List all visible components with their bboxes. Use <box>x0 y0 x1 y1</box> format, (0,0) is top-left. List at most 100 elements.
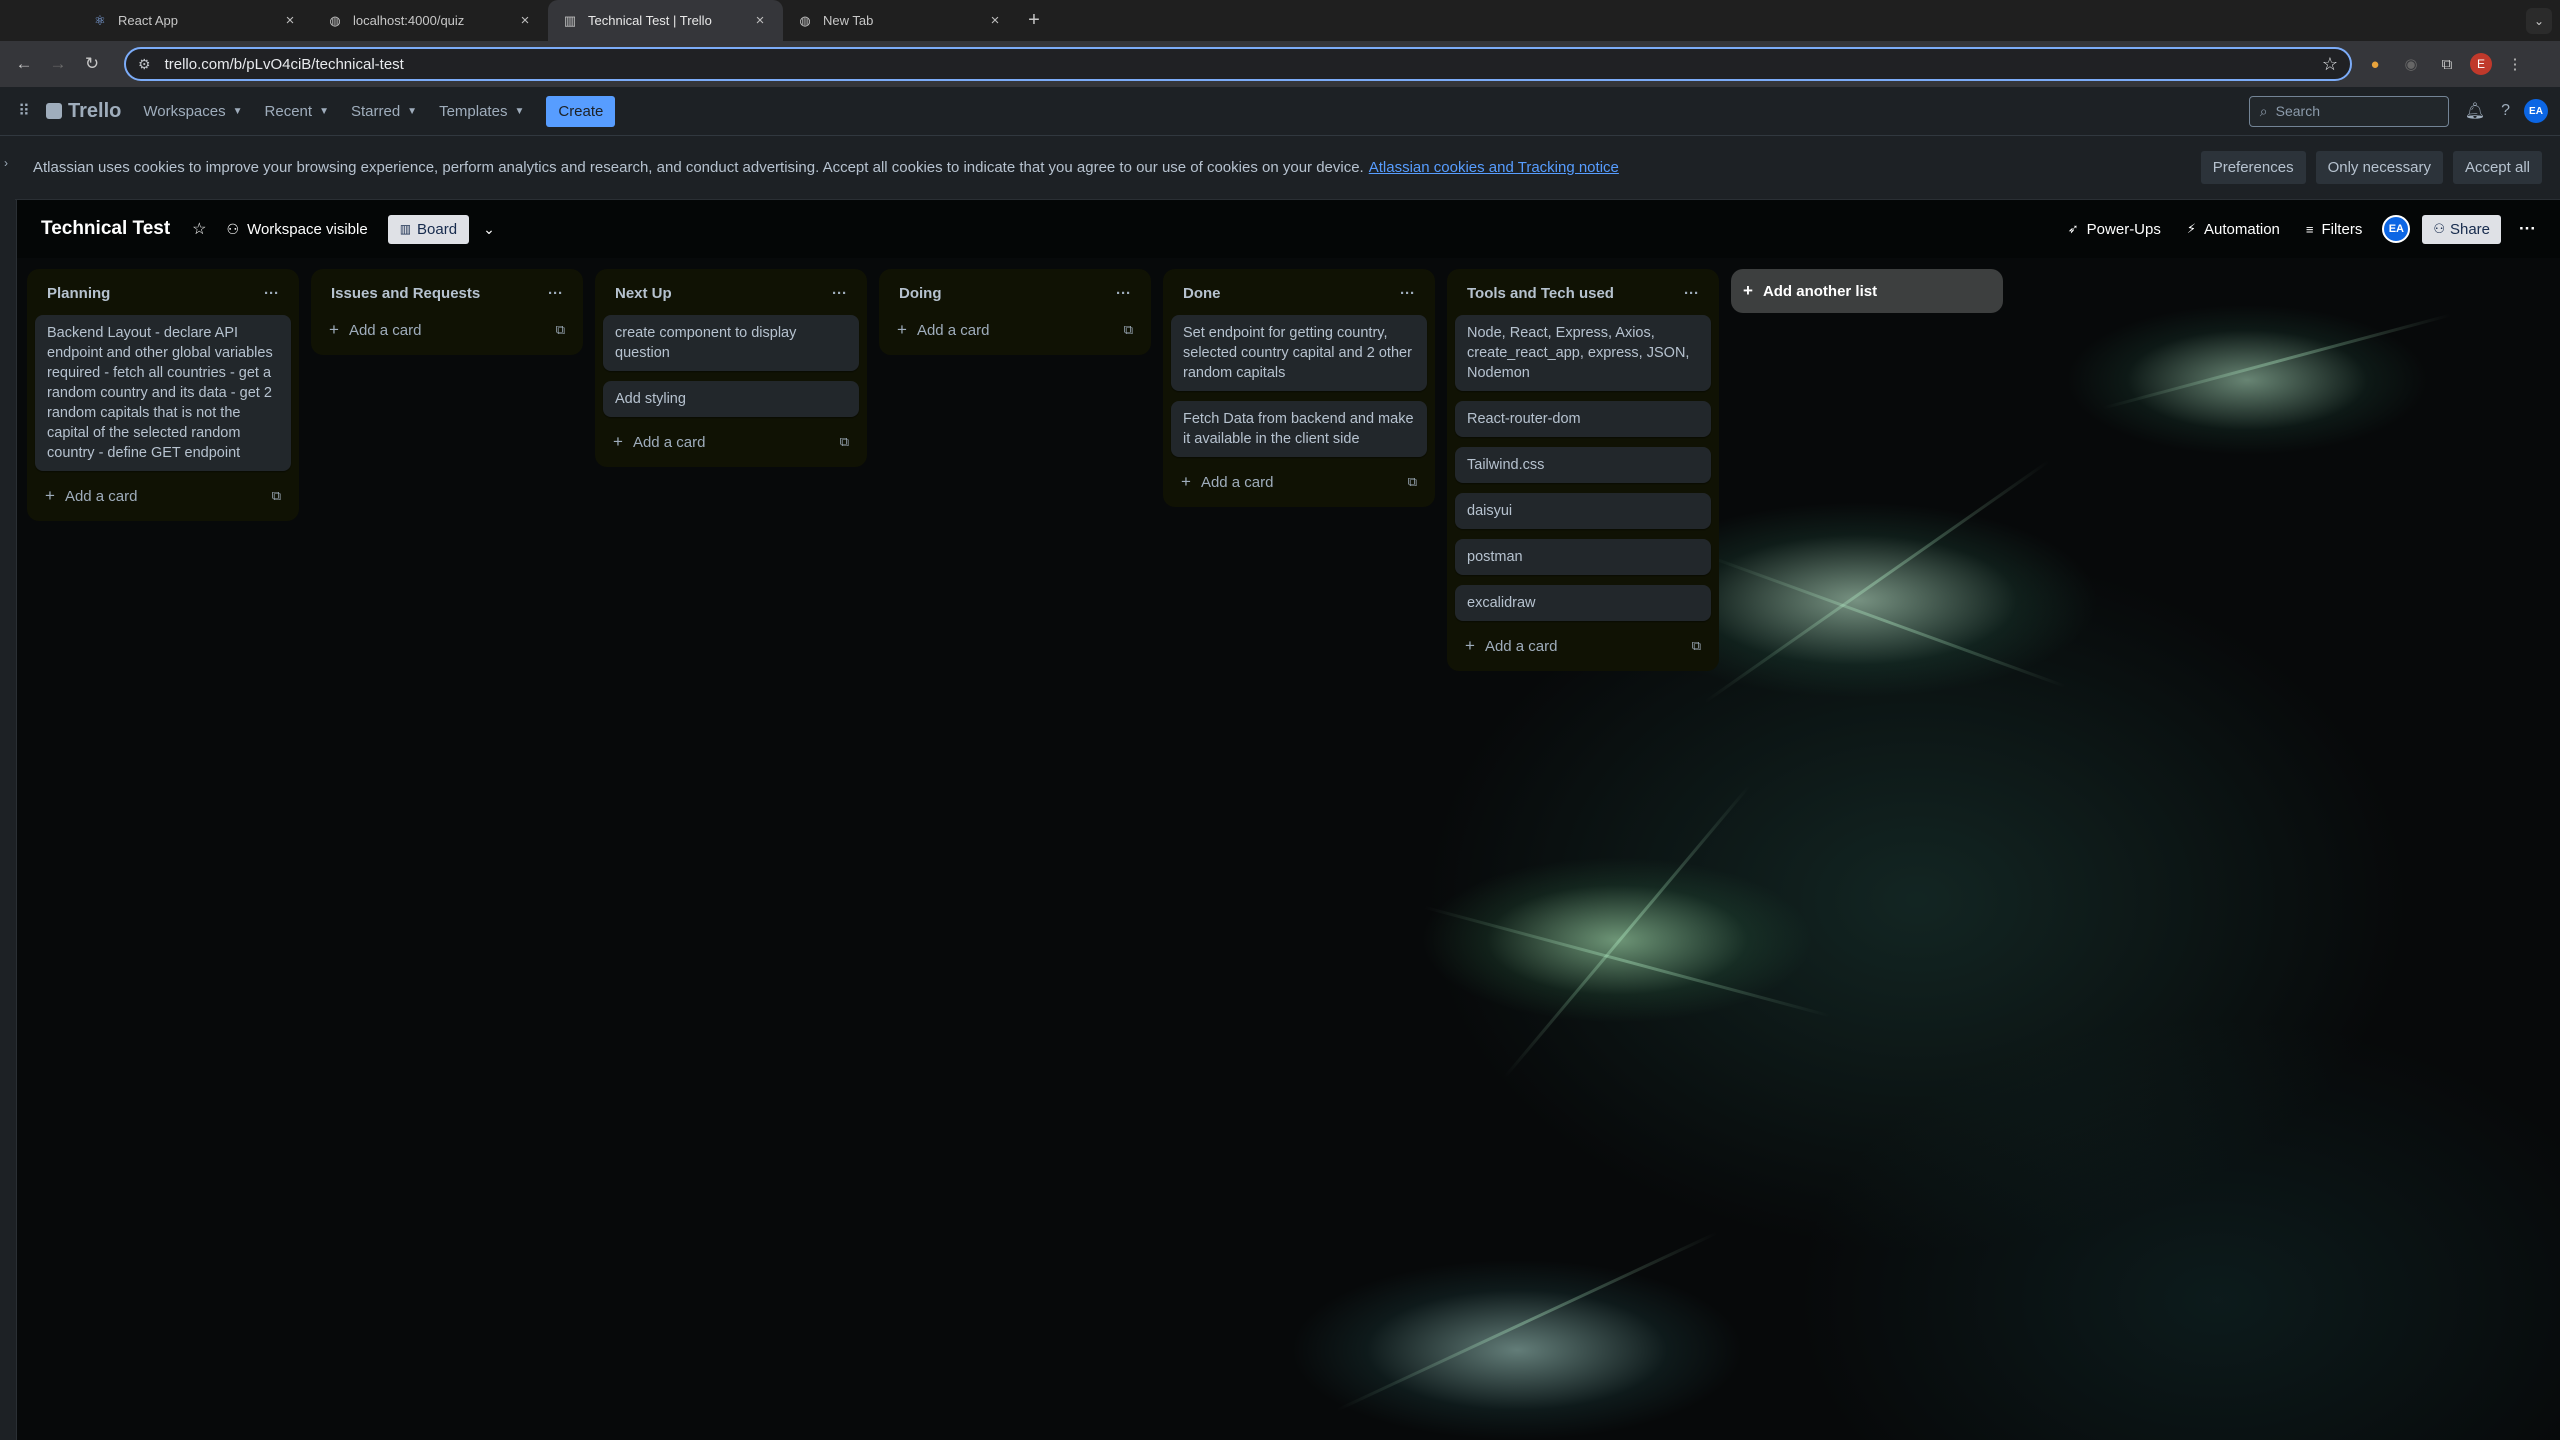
list-header[interactable]: Planning ··· <box>35 277 291 309</box>
card[interactable]: Backend Layout - declare API endpoint an… <box>35 315 291 471</box>
reload-icon[interactable]: ↻ <box>78 50 106 78</box>
list-header[interactable]: Doing ··· <box>887 277 1143 309</box>
list-header[interactable]: Issues and Requests ··· <box>319 277 575 309</box>
cookie-link[interactable]: Atlassian cookies and Tracking notice <box>1369 159 1619 176</box>
create-button[interactable]: Create <box>546 95 616 127</box>
board-member-avatar[interactable]: EA <box>2382 215 2411 243</box>
member-avatar[interactable]: EA <box>2524 99 2548 123</box>
expand-sidebar-icon[interactable]: › <box>4 156 8 170</box>
browser-menu-icon[interactable]: ⋮ <box>2502 51 2528 77</box>
chevron-down-icon[interactable]: ⌄ <box>483 221 495 238</box>
add-card-button[interactable]: + Add a card ⧉ <box>887 313 1143 347</box>
board-title[interactable]: Technical Test <box>41 218 170 240</box>
card[interactable]: React-router-dom <box>1455 401 1711 437</box>
add-card-button[interactable]: + Add a card ⧉ <box>603 425 859 459</box>
list-title[interactable]: Doing <box>899 285 1116 302</box>
list-menu-icon[interactable]: ··· <box>832 285 847 302</box>
close-tab-icon[interactable]: × <box>516 12 534 29</box>
trello-logo[interactable]: Trello <box>46 100 121 123</box>
star-board-icon[interactable]: ☆ <box>192 219 206 239</box>
browser-tab[interactable]: ⚛ React App × <box>78 0 313 41</box>
card-template-icon[interactable]: ⧉ <box>840 434 849 450</box>
card-template-icon[interactable]: ⧉ <box>1124 322 1133 338</box>
add-list-button[interactable]: + Add another list <box>1731 269 2003 313</box>
preferences-button[interactable]: Preferences <box>2200 151 2306 184</box>
new-tab-icon[interactable]: + <box>1018 0 1050 41</box>
power-ups-button[interactable]: ➶ Power-Ups <box>2068 221 2161 238</box>
list-header[interactable]: Next Up ··· <box>603 277 859 309</box>
card[interactable]: postman <box>1455 539 1711 575</box>
list-title[interactable]: Tools and Tech used <box>1467 285 1684 302</box>
address-bar[interactable]: ⚙ trello.com/b/pLvO4ciB/technical-test ☆ <box>124 47 2352 81</box>
card[interactable]: excalidraw <box>1455 585 1711 621</box>
extension-icon[interactable]: ◉ <box>2398 51 2424 77</box>
filters-button[interactable]: ≡ Filters <box>2306 221 2362 238</box>
list-title[interactable]: Done <box>1183 285 1400 302</box>
menu-recent[interactable]: Recent ▼ <box>265 103 329 120</box>
browser-tab-active[interactable]: ▥ Technical Test | Trello × <box>548 0 783 41</box>
card[interactable]: Set endpoint for getting country, select… <box>1171 315 1427 391</box>
list-menu-icon[interactable]: ··· <box>548 285 563 302</box>
back-icon[interactable]: ← <box>10 50 38 78</box>
list-menu-icon[interactable]: ··· <box>1116 285 1131 302</box>
card[interactable]: Node, React, Express, Axios, create_reac… <box>1455 315 1711 391</box>
profile-avatar[interactable]: E <box>2470 53 2492 75</box>
notifications-bell-icon[interactable]: 🔔︎ <box>2465 101 2485 121</box>
card[interactable]: Fetch Data from backend and make it avai… <box>1171 401 1427 457</box>
tab-search-icon[interactable]: ⌄ <box>2526 8 2552 34</box>
close-tab-icon[interactable]: × <box>281 12 299 29</box>
list-header[interactable]: Done ··· <box>1171 277 1427 309</box>
add-card-label: Add a card <box>1484 637 1558 655</box>
card[interactable]: Tailwind.css <box>1455 447 1711 483</box>
search-placeholder: Search <box>2275 103 2320 119</box>
forward-icon[interactable]: → <box>44 50 72 78</box>
site-info-icon[interactable]: ⚙ <box>138 56 151 73</box>
browser-tab[interactable]: ◍ New Tab × <box>783 0 1018 41</box>
list-menu-icon[interactable]: ··· <box>1684 285 1699 302</box>
plus-icon: + <box>897 320 907 339</box>
card-template-icon[interactable]: ⧉ <box>1692 638 1701 654</box>
list-menu-icon[interactable]: ··· <box>264 285 279 302</box>
list-header[interactable]: Tools and Tech used ··· <box>1455 277 1711 309</box>
card-template-icon[interactable]: ⧉ <box>272 488 281 504</box>
card[interactable]: daisyui <box>1455 493 1711 529</box>
bookmark-star-icon[interactable]: ☆ <box>2322 54 2338 75</box>
url-text[interactable]: trello.com/b/pLvO4ciB/technical-test <box>165 56 2322 73</box>
menu-workspaces[interactable]: Workspaces ▼ <box>143 103 242 120</box>
card[interactable]: Add styling <box>603 381 859 417</box>
close-tab-icon[interactable]: × <box>986 12 1004 29</box>
app-switcher-icon[interactable]: ⠿ <box>12 101 36 121</box>
card[interactable]: create component to display question <box>603 315 859 371</box>
menu-templates[interactable]: Templates ▼ <box>439 103 524 120</box>
more-options-icon[interactable]: ··· <box>2519 219 2536 239</box>
list-menu-icon[interactable]: ··· <box>1400 285 1415 302</box>
tab-title: New Tab <box>823 13 874 28</box>
card-template-icon[interactable]: ⧉ <box>1408 474 1417 490</box>
browser-tab[interactable]: ◍ localhost:4000/quiz × <box>313 0 548 41</box>
menu-label: Starred <box>350 102 401 120</box>
list-title[interactable]: Planning <box>47 285 264 302</box>
menu-label: Recent <box>264 102 313 120</box>
add-card-button[interactable]: + Add a card ⧉ <box>1171 465 1427 499</box>
add-card-button[interactable]: + Add a card ⧉ <box>35 479 291 513</box>
add-card-button[interactable]: + Add a card ⧉ <box>1455 629 1711 663</box>
automation-button[interactable]: ⚡︎ Automation <box>2187 221 2280 238</box>
visibility-button[interactable]: ⚇ Workspace visible <box>227 221 368 238</box>
board-view-button[interactable]: ▥ Board <box>387 214 470 244</box>
share-button[interactable]: ⚇ Share <box>2422 214 2502 244</box>
extensions-puzzle-icon[interactable]: ⧉ <box>2434 51 2460 77</box>
only-necessary-button[interactable]: Only necessary <box>2315 151 2443 184</box>
search-input[interactable]: ⌕ Search <box>2248 95 2449 127</box>
automation-label: Automation <box>2204 220 2280 238</box>
list-title[interactable]: Next Up <box>615 285 832 302</box>
accept-all-button[interactable]: Accept all <box>2452 151 2542 184</box>
close-tab-icon[interactable]: × <box>751 12 769 29</box>
extension-icon[interactable]: ● <box>2362 51 2388 77</box>
add-card-button[interactable]: + Add a card ⧉ <box>319 313 575 347</box>
share-label: Share <box>2449 220 2491 238</box>
menu-label: Templates <box>439 102 508 120</box>
card-template-icon[interactable]: ⧉ <box>556 322 565 338</box>
list-title[interactable]: Issues and Requests <box>331 285 548 302</box>
menu-starred[interactable]: Starred ▼ <box>351 103 417 120</box>
help-icon[interactable]: ? <box>2501 102 2510 120</box>
